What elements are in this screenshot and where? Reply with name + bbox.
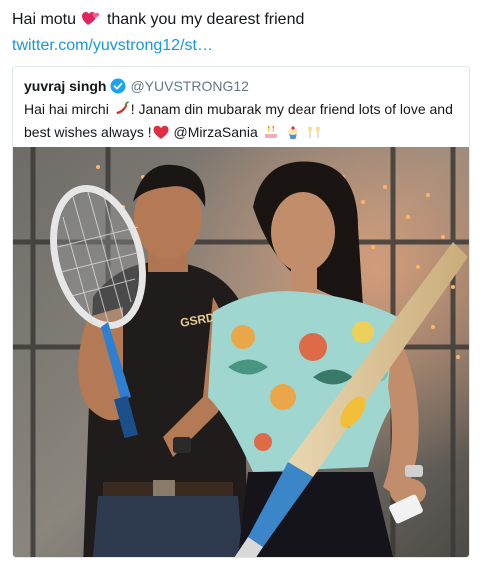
quote-line2-a: best wishes always ! <box>24 124 152 140</box>
tweet-text-part1: Hai motu <box>12 11 77 28</box>
tweet: Hai motu thank you my dearest friend twi… <box>0 0 483 565</box>
birthday-cake-icon <box>263 124 279 145</box>
mention-link[interactable]: @MirzaSania <box>174 124 258 140</box>
quoted-tweet-text: Hai hai mirchi ! Janam din mubarak my de… <box>24 99 464 145</box>
tweet-text: Hai motu thank you my dearest friend <box>12 10 304 32</box>
two-hearts-icon <box>82 10 100 32</box>
quoted-tweet-photo[interactable]: GSRD <box>13 147 469 557</box>
author-name[interactable]: yuvraj singh <box>24 78 106 94</box>
tweet-link[interactable]: twitter.com/yuvstrong12/st… <box>12 36 213 56</box>
tweet-text-part2: thank you my dearest friend <box>106 11 305 28</box>
chili-pepper-icon <box>114 101 130 122</box>
verified-badge-icon <box>110 78 126 98</box>
author-handle[interactable]: @YUVSTRONG12 <box>130 78 248 94</box>
red-heart-icon <box>153 125 169 145</box>
quoted-tweet-card[interactable]: yuvraj singh @YUVSTRONG12 Hai hai mirchi… <box>12 66 470 558</box>
quote-line1-b: ! Janam din mubarak my dear friend lots … <box>130 101 453 117</box>
clinking-glasses-icon <box>306 124 322 145</box>
cupcake-icon <box>285 124 301 145</box>
quoted-tweet-header: yuvraj singh @YUVSTRONG12 <box>24 77 249 98</box>
quote-line1-a: Hai hai mirchi <box>24 101 109 117</box>
